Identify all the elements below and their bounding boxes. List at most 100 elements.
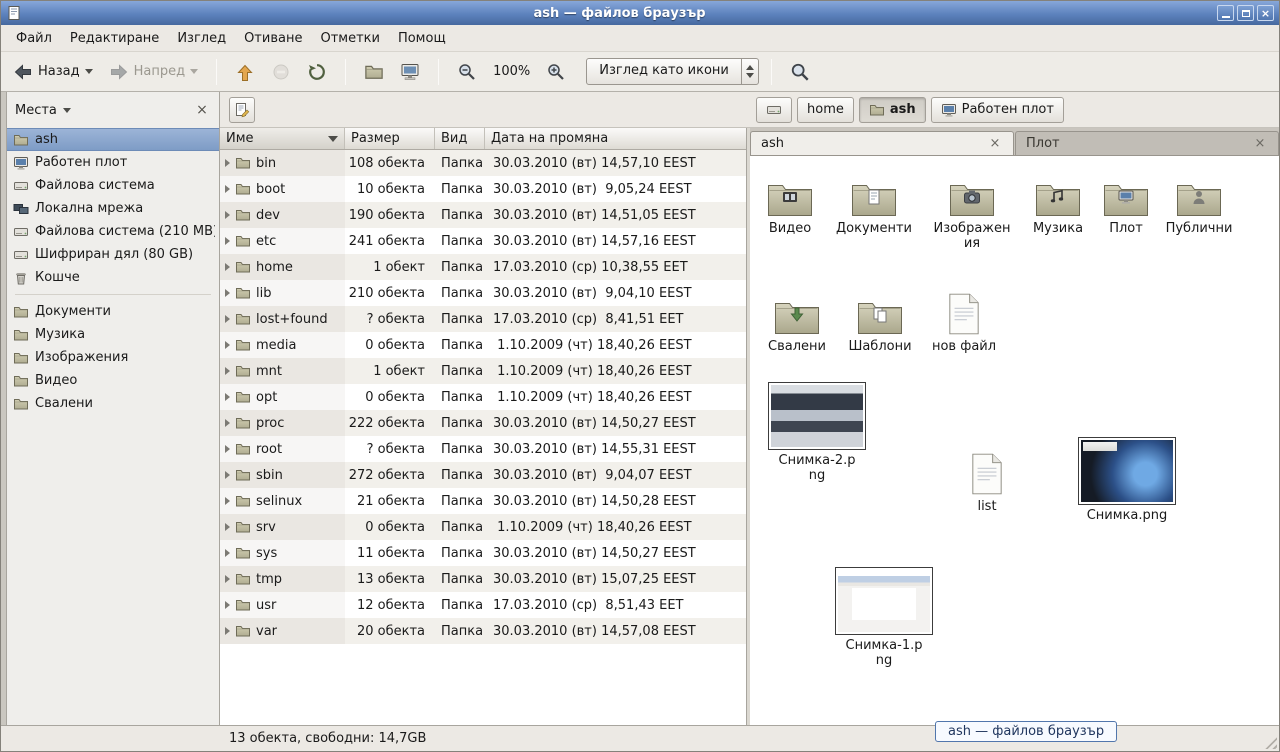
sidebar-item[interactable]: Работен плот	[7, 151, 219, 174]
column-header[interactable]: Име	[220, 128, 345, 149]
table-row[interactable]: root ? обекта Папка 30.03.2010 (вт) 14,5…	[220, 436, 746, 462]
sidebar-item[interactable]: Изображения	[7, 346, 219, 369]
expander-icon[interactable]	[225, 315, 230, 323]
expander-icon[interactable]	[225, 289, 230, 297]
minimize-button[interactable]	[1217, 5, 1234, 21]
table-row[interactable]: sbin 272 обекта Папка 30.03.2010 (вт) 9,…	[220, 462, 746, 488]
forward-button[interactable]: Напред	[103, 58, 204, 86]
expander-icon[interactable]	[225, 237, 230, 245]
computer-button[interactable]	[394, 58, 426, 86]
expander-icon[interactable]	[225, 419, 230, 427]
sidebar-item[interactable]: Локална мрежа	[7, 197, 219, 220]
pathbar-crumb[interactable]: ash	[859, 97, 926, 123]
icon-view-item[interactable]: Снимка-2.png	[765, 380, 869, 484]
menu-item[interactable]: Редактиране	[61, 27, 168, 50]
icon-view-item[interactable]: list	[947, 448, 1027, 515]
reload-button[interactable]	[301, 58, 333, 86]
sidebar-item[interactable]: ash	[7, 128, 219, 151]
icon-view-canvas[interactable]: Видео Документи	[750, 156, 1279, 725]
sidebar-item[interactable]: Музика	[7, 323, 219, 346]
back-button[interactable]: Назад	[7, 58, 99, 86]
table-row[interactable]: mnt 1 обект Папка 1.10.2009 (чт) 18,40,2…	[220, 358, 746, 384]
table-row[interactable]: lib 210 обекта Папка 30.03.2010 (вт) 9,0…	[220, 280, 746, 306]
menu-item[interactable]: Изглед	[168, 27, 235, 50]
table-row[interactable]: etc 241 обекта Папка 30.03.2010 (вт) 14,…	[220, 228, 746, 254]
up-button[interactable]	[229, 58, 261, 86]
icon-view-item[interactable]: Документи	[834, 170, 914, 237]
table-row[interactable]: dev 190 обекта Папка 30.03.2010 (вт) 14,…	[220, 202, 746, 228]
view-mode-stepper[interactable]	[741, 59, 758, 84]
table-row[interactable]: tmp 13 обекта Папка 30.03.2010 (вт) 15,0…	[220, 566, 746, 592]
close-button[interactable]: ×	[1257, 5, 1274, 21]
icon-view-item[interactable]: нов файл	[924, 288, 1004, 355]
taskbar-window-label[interactable]: ash — файлов браузър	[935, 721, 1117, 742]
expander-icon[interactable]	[225, 211, 230, 219]
column-header[interactable]: Вид	[435, 128, 485, 149]
expander-icon[interactable]	[225, 549, 230, 557]
expander-icon[interactable]	[225, 497, 230, 505]
expander-icon[interactable]	[225, 367, 230, 375]
menu-item[interactable]: Отметки	[311, 27, 388, 50]
icon-view-item[interactable]: Свалени	[757, 288, 837, 355]
table-row[interactable]: sys 11 обекта Папка 30.03.2010 (вт) 14,5…	[220, 540, 746, 566]
expander-icon[interactable]	[225, 185, 230, 193]
view-mode-select[interactable]: Изглед като икони	[586, 58, 759, 85]
table-row[interactable]: lost+found ? обекта Папка 17.03.2010 (ср…	[220, 306, 746, 332]
pathbar-crumb[interactable]: home	[797, 97, 854, 123]
column-header[interactable]: Дата на промяна	[485, 128, 746, 149]
icon-view-item[interactable]: Видео	[750, 170, 830, 237]
table-row[interactable]: usr 12 обекта Папка 17.03.2010 (ср) 8,51…	[220, 592, 746, 618]
expander-icon[interactable]	[225, 601, 230, 609]
tab-close-icon[interactable]: ×	[1252, 136, 1268, 151]
sidebar-title[interactable]: Места	[15, 103, 57, 118]
sidebar-item[interactable]: Файлова система (210 MB)	[7, 220, 219, 243]
icon-view-item[interactable]: Публични	[1159, 170, 1239, 237]
home-button[interactable]	[358, 58, 390, 86]
icon-view-item[interactable]: Изображения	[932, 170, 1012, 252]
icon-view-item[interactable]: Снимка.png	[1075, 435, 1179, 524]
expander-icon[interactable]	[225, 263, 230, 271]
table-row[interactable]: srv 0 обекта Папка 1.10.2009 (чт) 18,40,…	[220, 514, 746, 540]
table-row[interactable]: home 1 обект Папка 17.03.2010 (ср) 10,38…	[220, 254, 746, 280]
sidebar-item[interactable]: Файлова система	[7, 174, 219, 197]
tab-close-icon[interactable]: ×	[987, 136, 1003, 151]
table-row[interactable]: bin 108 обекта Папка 30.03.2010 (вт) 14,…	[220, 150, 746, 176]
table-row[interactable]: var 20 обекта Папка 30.03.2010 (вт) 14,5…	[220, 618, 746, 644]
search-button[interactable]	[784, 58, 816, 86]
location-toggle-button[interactable]	[229, 97, 255, 123]
maximize-button[interactable]	[1237, 5, 1254, 21]
zoom-in-button[interactable]	[540, 58, 572, 86]
menu-item[interactable]: Помощ	[389, 27, 455, 50]
icon-view-item[interactable]: Шаблони	[840, 288, 920, 355]
expander-icon[interactable]	[225, 445, 230, 453]
tab[interactable]: Плот ×	[1015, 131, 1279, 155]
table-row[interactable]: media 0 обекта Папка 1.10.2009 (чт) 18,4…	[220, 332, 746, 358]
pathbar-crumb[interactable]	[756, 97, 792, 123]
table-row[interactable]: opt 0 обекта Папка 1.10.2009 (чт) 18,40,…	[220, 384, 746, 410]
sidebar-close-icon[interactable]: ×	[193, 102, 211, 118]
table-row[interactable]: boot 10 обекта Папка 30.03.2010 (вт) 9,0…	[220, 176, 746, 202]
tab[interactable]: ash ×	[750, 131, 1014, 155]
menu-item[interactable]: Файл	[7, 27, 61, 50]
expander-icon[interactable]	[225, 341, 230, 349]
pathbar-crumb[interactable]: Работен плот	[931, 97, 1064, 123]
stop-button[interactable]	[265, 58, 297, 86]
column-header[interactable]: Размер	[345, 128, 435, 149]
sidebar-item[interactable]: Шифриран дял (80 GB)	[7, 243, 219, 266]
expander-icon[interactable]	[225, 627, 230, 635]
menu-item[interactable]: Отиване	[235, 27, 311, 50]
table-row[interactable]: proc 222 обекта Папка 30.03.2010 (вт) 14…	[220, 410, 746, 436]
sidebar-item[interactable]: Документи	[7, 300, 219, 323]
resize-grip[interactable]	[1264, 736, 1277, 749]
expander-icon[interactable]	[225, 159, 230, 167]
zoom-out-button[interactable]	[451, 58, 483, 86]
expander-icon[interactable]	[225, 393, 230, 401]
expander-icon[interactable]	[225, 471, 230, 479]
table-row[interactable]: selinux 21 обекта Папка 30.03.2010 (вт) …	[220, 488, 746, 514]
icon-view-item[interactable]: Снимка-1.png	[832, 565, 936, 669]
back-history-chevron-icon[interactable]	[85, 69, 93, 74]
expander-icon[interactable]	[225, 523, 230, 531]
sidebar-item[interactable]: Видео	[7, 369, 219, 392]
expander-icon[interactable]	[225, 575, 230, 583]
sidebar-item[interactable]: Свалени	[7, 392, 219, 415]
